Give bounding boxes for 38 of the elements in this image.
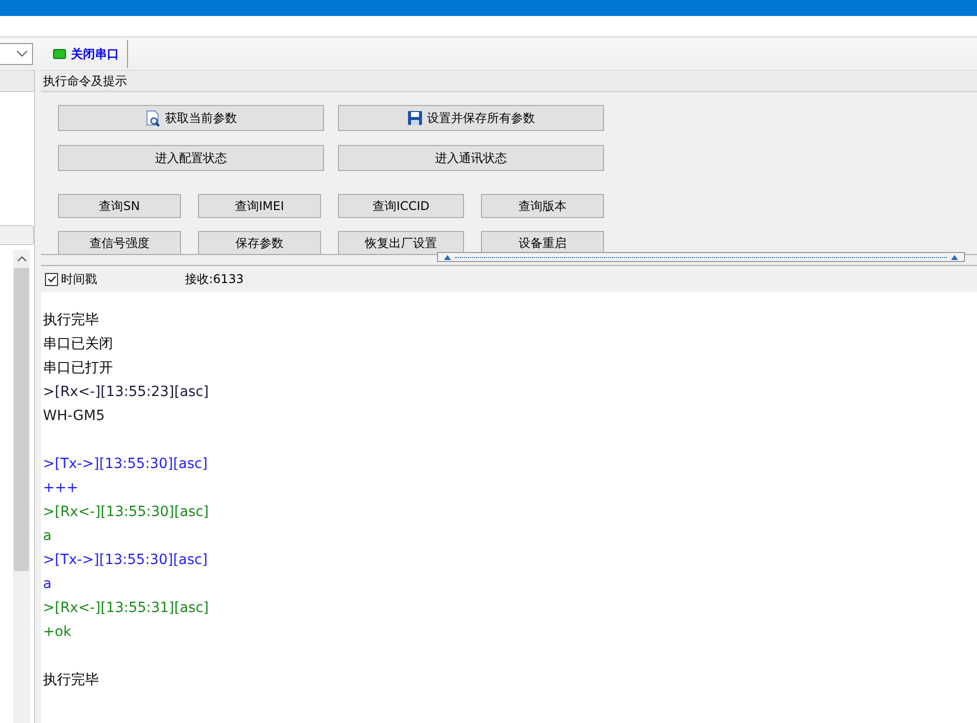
command-button[interactable]: 恢复出厂设置 (338, 231, 464, 255)
command-button[interactable]: 进入配置状态 (58, 145, 324, 171)
log-line: +ok (43, 623, 72, 642)
received-count: 接收:6133 (185, 270, 244, 288)
command-button[interactable]: 设置并保存所有参数 (338, 105, 604, 131)
log-line: a (43, 575, 52, 594)
log-line: >[Rx<-][13:55:31][asc] (43, 599, 209, 618)
command-button[interactable]: 查询IMEI (198, 194, 321, 218)
log-line: >[Tx->][13:55:30][asc] (43, 455, 208, 474)
command-button[interactable]: 查询SN (58, 194, 181, 218)
log-line: +++ (43, 479, 78, 498)
log-line: 串口已打开 (43, 359, 113, 378)
close-port-button[interactable]: 关闭串口 (53, 40, 128, 68)
splitter-handle[interactable] (437, 252, 965, 262)
chevron-icon (16, 50, 28, 58)
command-button[interactable]: 进入通讯状态 (338, 145, 604, 171)
log-line: >[Rx<-][13:55:30][asc] (43, 503, 209, 522)
log-line: 串口已关闭 (43, 335, 113, 354)
command-button[interactable]: 查询版本 (481, 194, 604, 218)
document-search-icon (145, 110, 161, 126)
log-line: 执行完毕 (43, 311, 99, 330)
log-line: a (43, 527, 52, 546)
port-dropdown[interactable] (0, 43, 33, 65)
command-button[interactable]: 保存参数 (198, 231, 321, 255)
log-line: WH-GM5 (43, 407, 105, 426)
panel-title: 执行命令及提示 (41, 70, 977, 92)
log-line: >[Rx<-][13:55:23][asc] (43, 383, 209, 402)
log-line: >[Tx->][13:55:30][asc] (43, 551, 208, 570)
command-button[interactable]: 查信号强度 (58, 231, 181, 255)
timestamp-checkbox[interactable]: 时间戳 (45, 270, 185, 288)
scroll-up-icon[interactable] (16, 256, 26, 262)
log-line: 执行完毕 (43, 671, 99, 690)
command-button[interactable]: 获取当前参数 (58, 105, 324, 131)
scroll-thumb[interactable] (14, 268, 29, 571)
command-button[interactable]: 查询ICCID (338, 194, 464, 218)
scrollbar[interactable] (13, 250, 30, 723)
collapse-up-icon[interactable] (951, 254, 958, 260)
checkbox-icon[interactable] (45, 272, 58, 286)
